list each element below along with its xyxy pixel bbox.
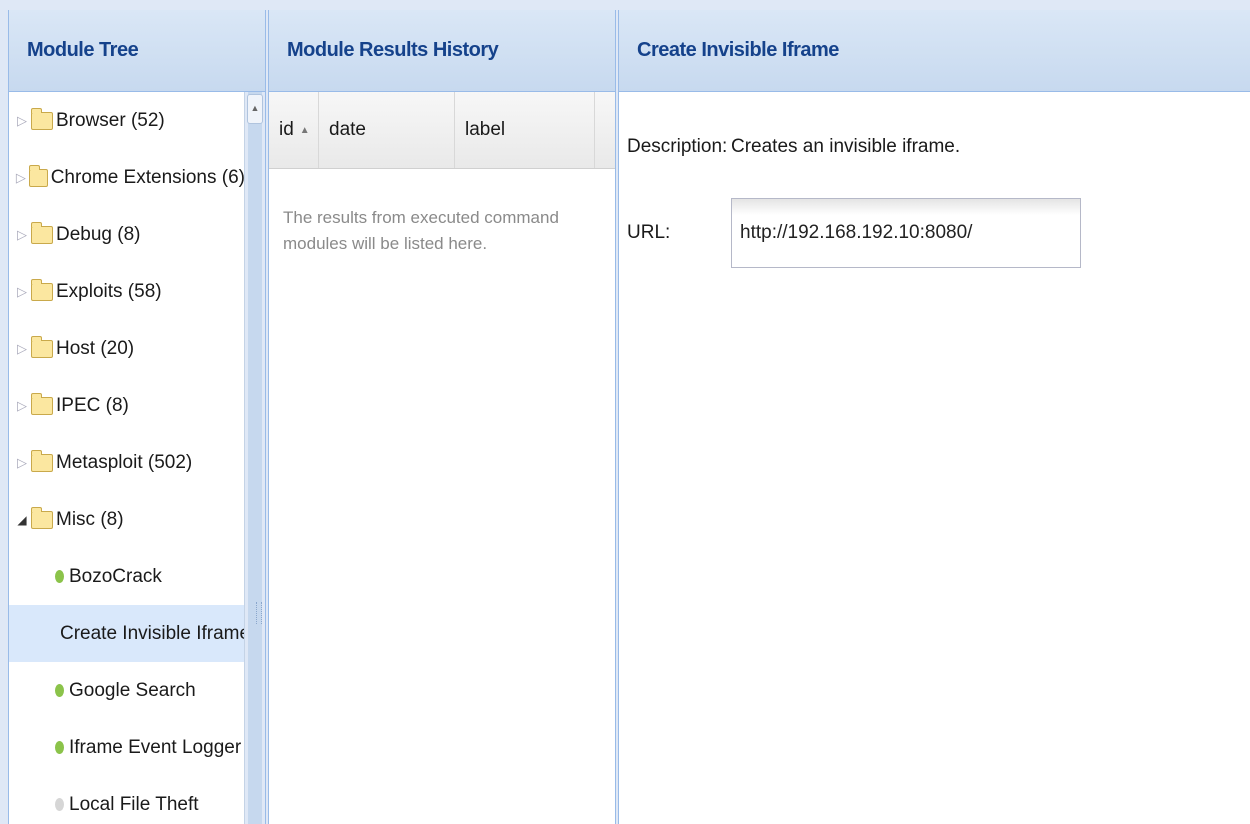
module-tree-title: Module Tree (9, 10, 265, 92)
module-status-icon (55, 798, 64, 811)
column-header-label-col[interactable]: label (455, 92, 595, 168)
tree-scrollbar[interactable]: ▲ (244, 92, 265, 824)
tree-item-label: Debug (8) (56, 223, 141, 245)
expand-arrow-icon[interactable]: ▷ (15, 284, 29, 300)
module-tree-body: ▷ Browser (52) ▷ Chrome Extensions (6) ▷… (9, 92, 265, 824)
expand-arrow-icon[interactable]: ▷ (15, 398, 29, 414)
folder-icon (31, 278, 53, 301)
module-tree-list: ▷ Browser (52) ▷ Chrome Extensions (6) ▷… (9, 92, 250, 824)
column-header-label: label (465, 119, 506, 140)
tree-folder-misc[interactable]: ◢ Misc (8) (9, 491, 245, 548)
tree-item-label: Create Invisible Iframe (60, 622, 251, 644)
module-status-icon (55, 741, 64, 754)
expand-arrow-icon[interactable]: ▷ (15, 227, 29, 243)
tree-folder-host[interactable]: ▷ Host (20) (9, 320, 245, 377)
results-history-title: Module Results History (269, 10, 615, 92)
description-label: Description: (627, 136, 728, 157)
tree-item-label: Iframe Event Logger (69, 736, 242, 758)
tree-item-label: Chrome Extensions (6) (50, 166, 245, 188)
tree-item-label: Browser (52) (56, 109, 165, 131)
tree-folder-browser[interactable]: ▷ Browser (52) (9, 92, 245, 149)
url-input[interactable] (731, 198, 1081, 268)
tree-item-label: Host (20) (56, 337, 135, 359)
tree-item-label: Local File Theft (69, 793, 199, 815)
tree-module-bozocrack[interactable]: BozoCrack (9, 548, 245, 605)
tree-item-label: BozoCrack (69, 565, 162, 587)
tree-folder-exploits[interactable]: ▷ Exploits (58) (9, 263, 245, 320)
url-row: URL: (627, 198, 1081, 268)
folder-icon (31, 392, 53, 415)
module-status-icon (55, 570, 64, 583)
beef-console: Module Tree ▷ Browser (52) ▷ Chrome Exte… (0, 0, 1250, 824)
expand-arrow-icon[interactable]: ▷ (15, 113, 29, 129)
tree-item-label: IPEC (8) (56, 394, 129, 416)
folder-icon (31, 335, 53, 358)
results-grid-header: id ▲ date label (269, 92, 615, 169)
folder-icon (31, 449, 53, 472)
description-row: Description: Creates an invisible iframe… (627, 136, 960, 158)
results-history-panel: Module Results History id ▲ date label T… (268, 10, 616, 824)
tree-module-iframe-event-logger[interactable]: Iframe Event Logger (9, 719, 245, 776)
tree-item-label: Exploits (58) (56, 280, 162, 302)
tree-module-local-file-theft[interactable]: Local File Theft (9, 776, 245, 824)
folder-icon (31, 107, 53, 130)
column-header-id[interactable]: id ▲ (269, 92, 319, 168)
tree-module-create-invisible-iframe[interactable]: Create Invisible Iframe (9, 605, 250, 662)
tree-folder-chrome-extensions[interactable]: ▷ Chrome Extensions (6) (9, 149, 245, 206)
description-value: Creates an invisible iframe. (731, 136, 961, 157)
tree-module-google-search[interactable]: Google Search (9, 662, 245, 719)
sort-ascending-icon: ▲ (299, 124, 310, 136)
module-status-icon (55, 684, 64, 697)
expand-arrow-icon[interactable]: ▷ (15, 341, 29, 357)
column-header-label: date (329, 119, 366, 140)
tree-folder-ipec[interactable]: ▷ IPEC (8) (9, 377, 245, 434)
tree-item-label: Misc (8) (56, 508, 124, 530)
tree-folder-metasploit[interactable]: ▷ Metasploit (502) (9, 434, 245, 491)
scrollbar-thumb[interactable] (248, 92, 262, 824)
tree-item-label: Google Search (69, 679, 196, 701)
tree-item-label: Metasploit (502) (56, 451, 193, 473)
folder-icon (28, 164, 48, 187)
module-tree-panel: Module Tree ▷ Browser (52) ▷ Chrome Exte… (8, 10, 266, 824)
module-detail-title: Create Invisible Iframe (619, 10, 1250, 92)
expand-arrow-icon[interactable]: ▷ (15, 170, 27, 186)
folder-icon (31, 221, 53, 244)
column-header-date[interactable]: date (319, 92, 455, 168)
module-detail-panel: Create Invisible Iframe Description: Cre… (618, 10, 1250, 824)
url-label: URL: (627, 222, 671, 243)
expand-arrow-icon[interactable]: ▷ (15, 455, 29, 471)
grip-icon (256, 602, 262, 624)
open-folder-icon (31, 506, 53, 529)
tree-folder-debug[interactable]: ▷ Debug (8) (9, 206, 245, 263)
column-header-label: id (279, 119, 294, 140)
scroll-up-arrow-icon[interactable]: ▲ (247, 94, 263, 124)
empty-results-message: The results from executed command module… (283, 208, 559, 253)
collapse-arrow-icon[interactable]: ◢ (15, 513, 29, 527)
